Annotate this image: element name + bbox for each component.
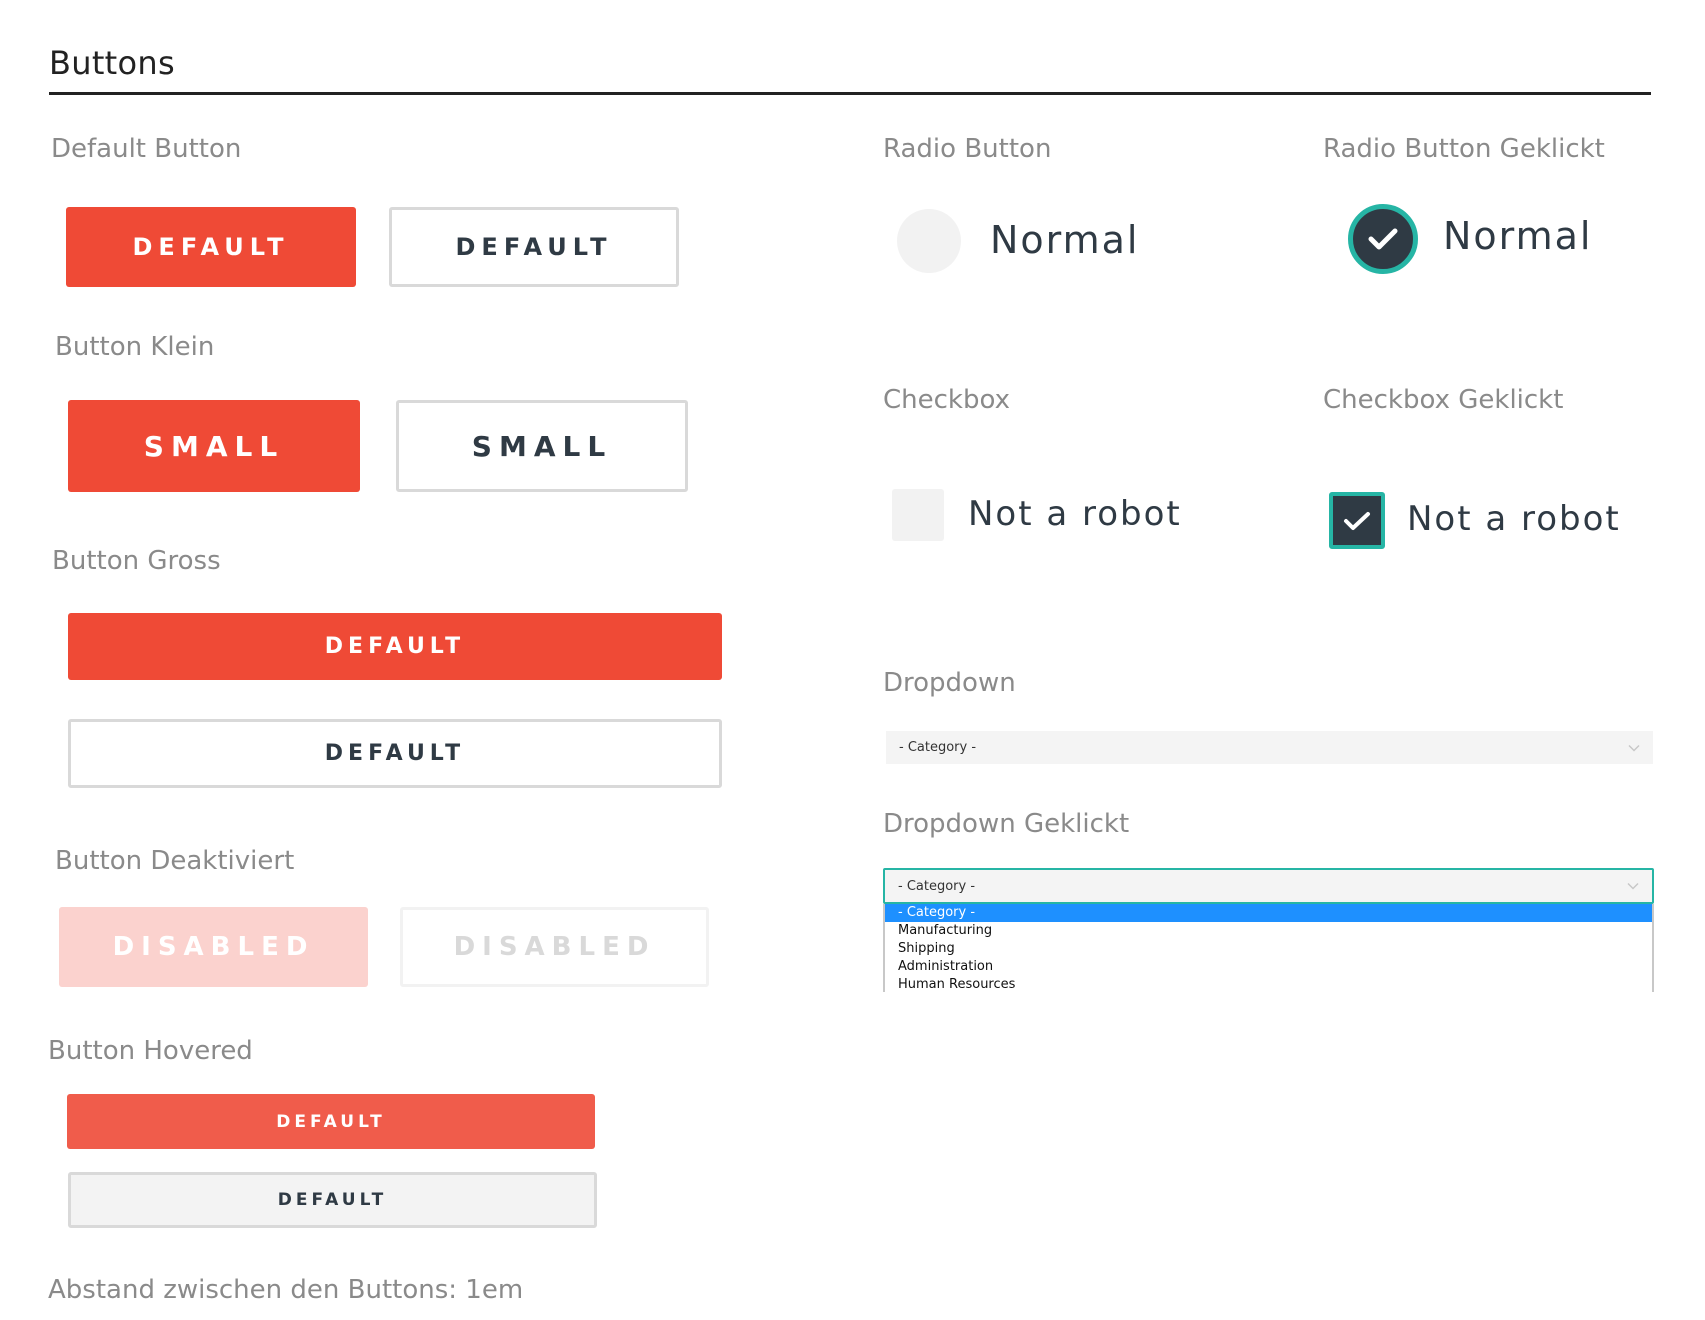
radio-option-label: Normal [990, 218, 1140, 262]
dropdown-option[interactable]: Manufacturing [885, 922, 1652, 940]
dropdown-section-label: Dropdown [883, 668, 1016, 698]
radio-section-label: Radio Button [883, 134, 1052, 164]
page-title: Buttons [49, 44, 175, 82]
small-button-section-label: Button Klein [55, 332, 215, 362]
checkbox-option-label: Not a robot [968, 494, 1182, 534]
checkbox-unchecked[interactable] [892, 489, 944, 541]
chevron-down-icon [1627, 882, 1639, 890]
dropdown-options-list: - Category - Manufacturing Shipping Admi… [883, 904, 1654, 992]
radio-checked-option-label: Normal [1443, 214, 1593, 258]
large-primary-button[interactable]: DEFAULT [68, 613, 722, 680]
dropdown-open-value: - Category - [898, 878, 976, 894]
check-icon [1344, 511, 1370, 530]
radio-checked-section-label: Radio Button Geklickt [1323, 134, 1605, 164]
checkbox-checked-option-label: Not a robot [1407, 499, 1621, 539]
title-divider [49, 92, 1651, 95]
disabled-primary-button: DISABLED [59, 907, 368, 987]
small-primary-button[interactable]: SMALL [68, 400, 360, 492]
check-icon [1368, 228, 1398, 250]
default-button-section-label: Default Button [51, 134, 242, 164]
default-primary-button[interactable]: DEFAULT [66, 207, 356, 287]
category-dropdown-open[interactable]: - Category - [883, 868, 1654, 904]
hovered-primary-button[interactable]: DEFAULT [67, 1094, 595, 1149]
small-outline-button[interactable]: SMALL [396, 400, 688, 492]
dropdown-option[interactable]: Administration [885, 958, 1652, 976]
large-outline-button[interactable]: DEFAULT [68, 719, 722, 788]
hovered-button-section-label: Button Hovered [48, 1036, 253, 1066]
default-outline-button[interactable]: DEFAULT [389, 207, 679, 287]
disabled-button-section-label: Button Deaktiviert [55, 846, 295, 876]
checkbox-checked[interactable] [1329, 492, 1385, 549]
button-spacing-note: Abstand zwischen den Buttons: 1em [48, 1275, 524, 1305]
large-button-section-label: Button Gross [52, 546, 221, 576]
radio-checked[interactable] [1348, 204, 1418, 274]
dropdown-open-section-label: Dropdown Geklickt [883, 809, 1130, 839]
hovered-outline-button[interactable]: DEFAULT [68, 1172, 597, 1228]
radio-unchecked[interactable] [897, 209, 961, 273]
chevron-down-icon [1628, 744, 1640, 752]
checkbox-section-label: Checkbox [883, 385, 1010, 415]
category-dropdown[interactable]: - Category - [886, 731, 1653, 764]
dropdown-option[interactable]: Shipping [885, 940, 1652, 958]
checkbox-checked-section-label: Checkbox Geklickt [1323, 385, 1564, 415]
disabled-outline-button: DISABLED [400, 907, 709, 987]
dropdown-value: - Category - [899, 740, 977, 755]
dropdown-option[interactable]: - Category - [885, 904, 1652, 922]
dropdown-option[interactable]: Human Resources [885, 976, 1652, 992]
